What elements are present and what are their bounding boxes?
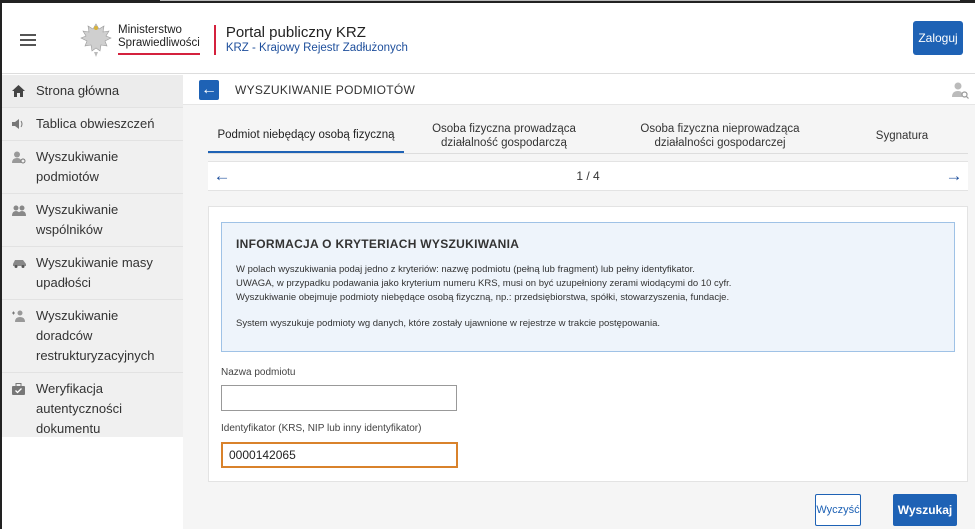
portal-heading: Portal publiczny KRZ KRZ - Krajowy Rejes… (226, 24, 408, 55)
page-title: WYSZUKIWANIE PODMIOTÓW (235, 82, 416, 97)
sidebar-item-label: Wyszukiwanie masy upadłości (36, 255, 153, 290)
ministry-logo[interactable]: Ministerstwo Sprawiedliwości (78, 14, 200, 66)
sidebar-item-advisors-search[interactable]: Wyszukiwanie doradców restrukturyzacyjny… (2, 300, 183, 373)
ministry-line1: Ministerstwo (118, 24, 182, 36)
ministry-name: Ministerstwo Sprawiedliwości (118, 24, 200, 55)
app-header: Ministerstwo Sprawiedliwości Portal publ… (2, 6, 975, 74)
login-button[interactable]: Zaloguj (913, 21, 963, 55)
car-icon (12, 253, 30, 273)
search-form: INFORMACJA O KRYTERIACH WYSZUKIWANIA W p… (208, 206, 968, 482)
info-title: INFORMACJA O KRYTERIACH WYSZUKIWANIA (236, 237, 520, 251)
sidebar-item-label: Wyszukiwanie podmiotów (36, 149, 119, 184)
entity-name-input[interactable] (221, 385, 457, 411)
sidebar-item-label: Weryfikacja autentyczności dokumentu (36, 381, 122, 436)
sidebar-item-bankruptcy-search[interactable]: Wyszukiwanie masy upadłości (2, 247, 183, 300)
eagle-emblem-icon (80, 22, 112, 57)
info-line: Wyszukiwanie obejmuje podmioty niebędące… (236, 292, 730, 303)
tab-non-natural-person[interactable]: Podmiot niebędący osobą fizyczną (208, 119, 404, 153)
header-divider (213, 24, 216, 55)
sidebar-item-label: Tablica obwieszczeń (36, 116, 155, 131)
menu-toggle-button[interactable] (2, 6, 54, 73)
search-criteria-info: INFORMACJA O KRYTERIACH WYSZUKIWANIA W p… (221, 222, 955, 352)
megaphone-icon (12, 114, 30, 134)
hamburger-icon (20, 38, 36, 41)
user-search-icon[interactable] (951, 81, 969, 99)
sidebar-item-entity-search[interactable]: Wyszukiwanie podmiotów (2, 141, 183, 194)
sidebar-item-label: Wyszukiwanie doradców restrukturyzacyjny… (36, 308, 155, 363)
portal-subtitle: KRZ - Krajowy Rejestr Zadłużonych (225, 42, 408, 54)
portal-title: Portal publiczny KRZ (225, 24, 366, 41)
pager-prev-button[interactable]: ← (208, 162, 236, 190)
ministry-line2: Sprawiedliwości (118, 37, 200, 49)
clear-button[interactable]: Wyczyść (815, 494, 861, 526)
entity-name-label: Nazwa podmiotu (221, 367, 296, 378)
tab-natural-person-business[interactable]: Osoba fizyczna prowadząca działalność go… (404, 119, 604, 153)
search-button[interactable]: Wyszukaj (893, 494, 957, 526)
arrow-left-icon: ← (213, 166, 231, 185)
tab-natural-person-nonbusiness[interactable]: Osoba fizyczna nieprowadząca działalnośc… (604, 119, 836, 153)
tabs-underline (208, 153, 968, 154)
arrow-right-icon: → (945, 166, 963, 185)
page-header: ← WYSZUKIWANIE PODMIOTÓW (183, 75, 975, 105)
back-button[interactable]: ← (199, 79, 219, 100)
identifier-label: Identyfikator (KRS, NIP lub inny identyf… (221, 423, 422, 434)
person-search-icon (12, 147, 30, 167)
sidebar-item-label: Wyszukiwanie wspólników (36, 202, 119, 237)
sidebar-bottom-space (2, 437, 183, 529)
people-icon (12, 200, 30, 220)
info-line: System wyszukuje podmioty wg danych, któ… (236, 318, 660, 329)
search-tabs: Podmiot niebędący osobą fizyczną Osoba f… (208, 119, 968, 153)
sidebar-item-announcements[interactable]: Tablica obwieszczeń (2, 108, 183, 141)
sidebar: Strona główna Tablica obwieszczeń Wyszuk… (2, 75, 183, 529)
main-content: ← WYSZUKIWANIE PODMIOTÓW Podmiot niebędą… (183, 75, 975, 529)
pager-next-button[interactable]: → (940, 162, 968, 190)
sidebar-item-document-verification[interactable]: Weryfikacja autentyczności dokumentu (2, 373, 183, 446)
sidebar-item-label: Strona główna (36, 83, 120, 98)
info-line: UWAGA, w przypadku podawania jako kryter… (236, 278, 732, 289)
pager-indicator: 1 / 4 (576, 169, 600, 183)
arrow-left-icon: ← (201, 80, 217, 98)
sidebar-item-home[interactable]: Strona główna (2, 75, 183, 108)
tab-signature[interactable]: Sygnatura (836, 119, 968, 153)
identifier-input[interactable] (221, 442, 458, 468)
tab-pager: ← 1 / 4 → (208, 161, 968, 191)
home-icon (12, 81, 30, 101)
sidebar-item-partners-search[interactable]: Wyszukiwanie wspólników (2, 194, 183, 247)
info-line: W polach wyszukiwania podaj jedno z kryt… (236, 264, 695, 275)
briefcase-check-icon (12, 379, 30, 399)
advisor-icon (12, 306, 30, 326)
